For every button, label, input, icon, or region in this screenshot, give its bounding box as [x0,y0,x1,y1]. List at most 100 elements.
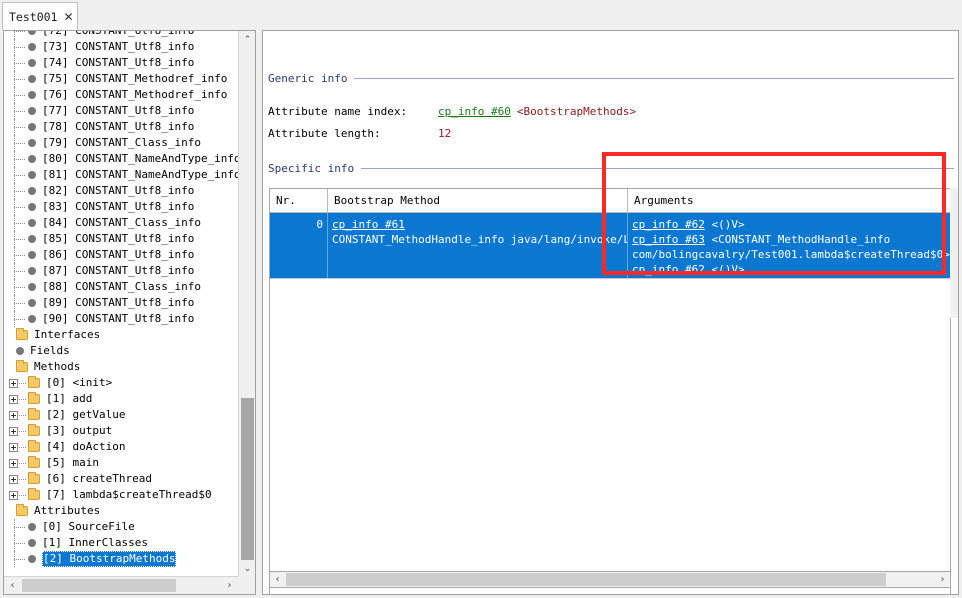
tree-elbow-line [14,559,25,560]
scroll-right-icon[interactable]: › [935,572,950,587]
tree-node-content: [76] CONSTANT_Methodref_info [4,87,227,103]
cp-info-60-link[interactable]: cp_info #60 [438,105,511,118]
tree-item-method-0[interactable]: [0] <init> [4,375,238,391]
tree-item-fields[interactable]: Fields [4,343,238,359]
tab-test001[interactable]: Test001 ✕ [2,2,78,30]
tree-node-content: [7] lambda$createThread$0 [4,487,212,503]
tree-item-cp-89[interactable]: [89] CONSTANT_Utf8_info [4,295,238,311]
tree-node-content: [84] CONSTANT_Class_info [4,215,201,231]
tree-item-cp-90[interactable]: [90] CONSTANT_Utf8_info [4,311,238,327]
tree-horizontal-scrollbar[interactable]: ‹ › [4,576,238,594]
scroll-down-icon[interactable]: ⌄ [239,560,255,577]
tree-node-content: [1] InnerClasses [4,535,148,551]
tree-item-cp-78[interactable]: [78] CONSTANT_Utf8_info [4,119,238,135]
tree-item-attribute-bootstrapmethods[interactable]: [2] BootstrapMethods [4,551,238,567]
expand-icon[interactable] [9,379,18,388]
table-horizontal-scrollbar[interactable]: ‹ › [269,571,951,588]
tree-node-label: [0] <init> [46,376,113,389]
table-header-arguments[interactable]: Arguments [628,189,950,212]
expand-icon[interactable] [9,459,18,468]
tree-item-cp-77[interactable]: [77] CONSTANT_Utf8_info [4,103,238,119]
tree-item-cp-79[interactable]: [79] CONSTANT_Class_info [4,135,238,151]
tree-item-cp-81[interactable]: [81] CONSTANT_NameAndType_info [4,167,238,183]
tree-elbow-line [14,159,25,160]
close-icon[interactable]: ✕ [63,11,73,23]
tree-node-label: [4] doAction [46,440,126,453]
folder-icon [28,488,40,500]
node-bullet-icon [28,43,36,51]
tree-node-content: Methods [4,359,80,375]
expand-icon[interactable] [9,411,18,420]
tree-node-content: [90] CONSTANT_Utf8_info [4,311,194,327]
tree-hscroll-thumb[interactable] [22,579,176,592]
scroll-up-icon[interactable]: ⌃ [239,31,255,48]
tree-item-cp-75[interactable]: [75] CONSTANT_Methodref_info [4,71,238,87]
tree-item-cp-80[interactable]: [80] CONSTANT_NameAndType_info [4,151,238,167]
tree-node-label: [86] CONSTANT_Utf8_info [42,248,195,261]
cell-nr: 0 [270,213,328,278]
tree-item-cp-86[interactable]: [86] CONSTANT_Utf8_info [4,247,238,263]
table-vertical-scroll-edge[interactable] [950,188,958,318]
scroll-left-icon[interactable]: ‹ [4,577,21,594]
argument-cp-link[interactable]: cp_info #62 [632,218,705,231]
tree-item-method-6[interactable]: [6] createThread [4,471,238,487]
table-content: Nr. Bootstrap Method Arguments 0 cp_info #61… [270,189,950,302]
tree-item-methods[interactable]: Methods [4,359,238,375]
node-bullet-icon [28,523,36,531]
table-row[interactable]: 0 cp_info #61 CONSTANT_MethodHandle_info j… [270,213,950,278]
section-divider [361,168,954,169]
argument-cp-link[interactable]: cp_info #62 [632,263,705,276]
tree-item-cp-84[interactable]: [84] CONSTANT_Class_info [4,215,238,231]
tree-item-cp-72[interactable]: [72] CONSTANT_Utf8_info [4,31,238,39]
table-header-nr[interactable]: Nr. [270,189,328,212]
bootstrap-methods-table[interactable]: Nr. Bootstrap Method Arguments 0 cp_info #61… [269,188,951,594]
tree-item-method-2[interactable]: [2] getValue [4,407,238,423]
tree-item-method-1[interactable]: [1] add [4,391,238,407]
tree-node-label: Fields [30,344,70,357]
tree-node-label: [85] CONSTANT_Utf8_info [42,232,195,245]
tab-label: Test001 [9,9,58,24]
node-bullet-icon [28,203,36,211]
tree-vertical-scrollbar[interactable]: ⌃ ⌄ [238,31,255,577]
expand-icon[interactable] [9,491,18,500]
tree-vscroll-thumb[interactable] [241,398,254,573]
node-bullet-icon [28,267,36,275]
tree-item-interfaces[interactable]: Interfaces [4,327,238,343]
tree-item-method-4[interactable]: [4] doAction [4,439,238,455]
tree-item-cp-85[interactable]: [85] CONSTANT_Utf8_info [4,231,238,247]
node-bullet-icon [28,107,36,115]
argument-cp-link[interactable]: cp_info #63 [632,233,705,246]
tree-elbow-line [14,111,25,112]
expand-icon[interactable] [9,475,18,484]
table-header-row: Nr. Bootstrap Method Arguments [270,189,950,213]
expand-icon[interactable] [9,443,18,452]
tree-item-attributes[interactable]: Attributes [4,503,238,519]
scroll-left-icon[interactable]: ‹ [270,572,285,587]
tree-elbow-line [14,63,25,64]
tree-item-cp-88[interactable]: [88] CONSTANT_Class_info [4,279,238,295]
tree-item-cp-87[interactable]: [87] CONSTANT_Utf8_info [4,263,238,279]
tree-item-attribute-innerclasses[interactable]: [1] InnerClasses [4,535,238,551]
cell-bootstrap-method: cp_info #61 CONSTANT_MethodHandle_info ja… [328,213,628,278]
tree-item-method-7[interactable]: [7] lambda$createThread$0 [4,487,238,503]
argument-line: cp_info #63 <CONSTANT_MethodHandle_info [632,233,891,246]
tree-node-content: Interfaces [4,327,100,343]
section-divider [354,78,954,79]
tree-item-cp-82[interactable]: [82] CONSTANT_Utf8_info [4,183,238,199]
tree-item-cp-76[interactable]: [76] CONSTANT_Methodref_info [4,87,238,103]
scroll-right-icon[interactable]: › [221,577,238,594]
node-bullet-icon [28,555,36,563]
table-header-bootstrap-method[interactable]: Bootstrap Method [328,189,628,212]
cp-info-61-link[interactable]: cp_info #61 [332,218,405,231]
tree-viewport[interactable]: [72] CONSTANT_Utf8_info[73] CONSTANT_Utf… [4,31,238,577]
tree-item-cp-74[interactable]: [74] CONSTANT_Utf8_info [4,55,238,71]
expand-icon[interactable] [9,395,18,404]
tree-item-method-3[interactable]: [3] output [4,423,238,439]
tree-item-attribute-sourcefile[interactable]: [0] SourceFile [4,519,238,535]
table-hscroll-thumb[interactable] [286,573,886,586]
tree-node-label: [6] createThread [46,472,152,485]
tree-item-method-5[interactable]: [5] main [4,455,238,471]
tree-item-cp-83[interactable]: [83] CONSTANT_Utf8_info [4,199,238,215]
tree-item-cp-73[interactable]: [73] CONSTANT_Utf8_info [4,39,238,55]
expand-icon[interactable] [9,427,18,436]
